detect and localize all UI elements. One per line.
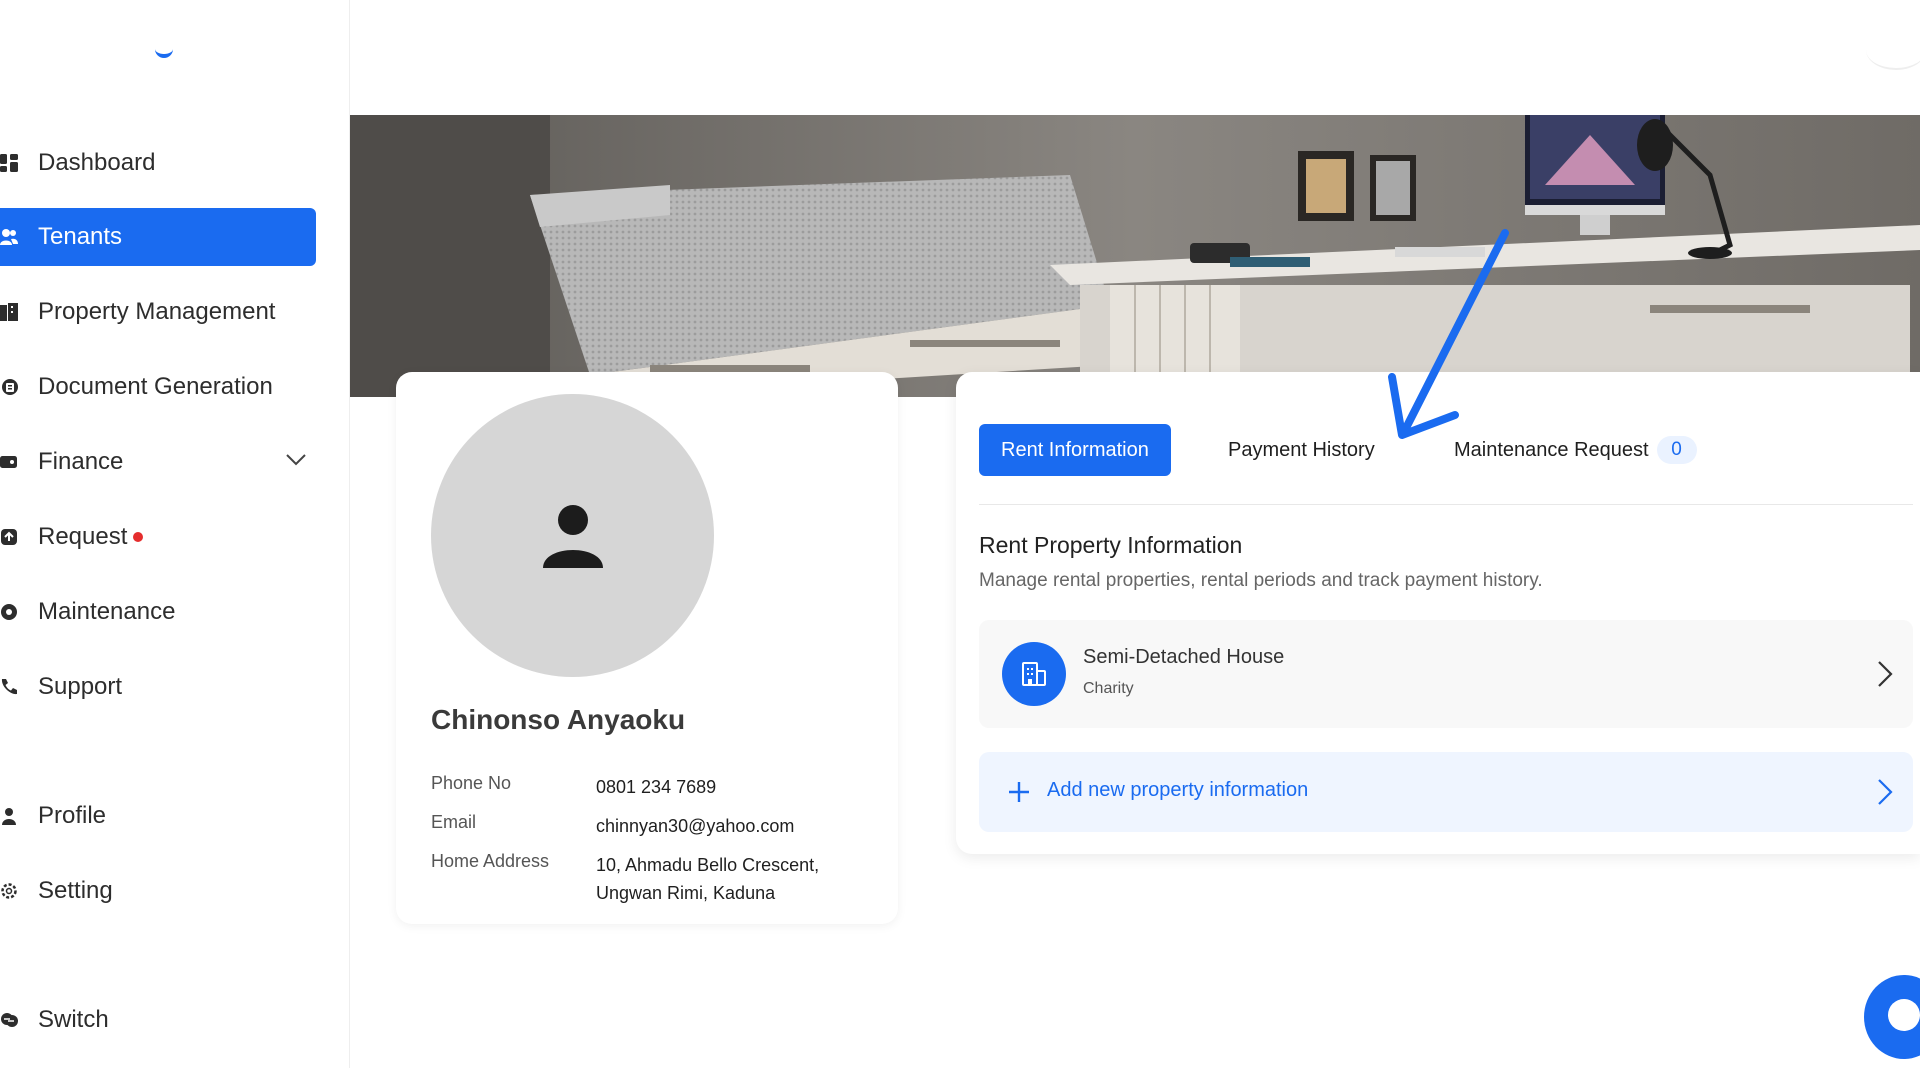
user-icon	[0, 807, 18, 825]
chevron-right-icon	[1878, 661, 1893, 687]
tab-maintenance-request[interactable]: Maintenance Request 0	[1454, 424, 1697, 476]
sidebar-item-label: Property Management	[38, 298, 276, 325]
sidebar-item-label: Finance	[38, 448, 124, 475]
chat-button[interactable]	[1864, 975, 1920, 1059]
email-label: Email	[431, 812, 477, 832]
sidebar-item-label: Profile	[38, 802, 107, 829]
rent-details-card: Rent Information Payment History Mainten…	[956, 372, 1920, 854]
phone-value: 0801 234 7689	[596, 777, 717, 797]
sidebar-item-tenants[interactable]: Tenants	[0, 208, 316, 266]
sidebar-item-label: Setting	[38, 877, 113, 904]
sidebar: Dashboard Tenants Property Management Do…	[0, 0, 350, 1068]
sidebar-item-dashboard[interactable]: Dashboard	[0, 134, 316, 192]
tab-label: Rent Information	[1001, 438, 1149, 461]
property-banner-image	[350, 115, 1920, 397]
sidebar-item-switch[interactable]: Switch	[0, 991, 316, 1049]
sidebar-item-label: Request	[38, 523, 128, 550]
sidebar-item-support[interactable]: Support	[0, 658, 316, 716]
sidebar-item-label: Maintenance	[38, 598, 176, 625]
tab-rent-information[interactable]: Rent Information	[979, 424, 1171, 476]
document-icon	[0, 378, 18, 396]
sidebar-item-request[interactable]: Request	[0, 508, 316, 566]
section-subtitle: Manage rental properties, rental periods…	[979, 570, 1543, 591]
sidebar-item-label: Support	[38, 673, 123, 700]
chevron-down-icon[interactable]	[286, 453, 306, 467]
tenant-name: Chinonso Anyaoku	[431, 704, 686, 735]
sidebar-item-profile[interactable]: Profile	[0, 787, 316, 845]
phone-row: Phone No 0801 234 7689	[431, 773, 866, 801]
wallet-icon	[0, 453, 18, 471]
sidebar-item-finance[interactable]: Finance	[0, 433, 316, 491]
add-property-label: Add new property information	[1047, 779, 1309, 801]
phone-icon	[0, 678, 18, 696]
logo[interactable]	[155, 40, 173, 58]
sidebar-item-setting[interactable]: Setting	[0, 862, 316, 920]
tab-label: Maintenance Request	[1454, 438, 1649, 461]
tenant-profile-card: Chinonso Anyaoku Phone No 0801 234 7689 …	[396, 372, 898, 924]
building-icon	[1002, 642, 1066, 706]
sidebar-item-label: Tenants	[38, 223, 123, 250]
address-row: Home Address 10, Ahmadu Bello Crescent, …	[431, 851, 866, 907]
request-icon	[0, 528, 18, 546]
notification-dot	[133, 532, 144, 542]
tabs-divider	[979, 504, 1913, 505]
dashboard-icon	[0, 154, 18, 172]
property-name: Semi-Detached House	[1083, 646, 1285, 668]
sidebar-item-label: Document Generation	[38, 373, 273, 400]
sidebar-item-property-management[interactable]: Property Management	[0, 283, 316, 341]
add-property-button[interactable]: Add new property information	[979, 752, 1913, 832]
user-placeholder-icon	[542, 504, 603, 568]
email-row: Email chinnyan30@yahoo.com	[431, 812, 866, 840]
email-value: chinnyan30@yahoo.com	[596, 816, 795, 836]
wrench-icon	[0, 603, 18, 621]
sidebar-item-document-generation[interactable]: Document Generation	[0, 358, 316, 416]
gear-icon	[0, 882, 18, 900]
building-icon	[0, 303, 18, 321]
users-icon	[0, 228, 18, 246]
switch-icon	[0, 1011, 18, 1029]
property-type: Charity	[1083, 680, 1134, 697]
chevron-right-icon	[1878, 779, 1893, 805]
sidebar-item-label: Switch	[38, 1006, 109, 1033]
address-label: Home Address	[431, 851, 550, 871]
property-item[interactable]: Semi-Detached House Charity	[979, 620, 1913, 728]
tab-payment-history[interactable]: Payment History	[1228, 424, 1375, 476]
sidebar-item-label: Dashboard	[38, 149, 156, 176]
plus-icon	[1009, 782, 1029, 802]
section-title: Rent Property Information	[979, 532, 1243, 558]
chat-icon	[1888, 999, 1920, 1031]
user-avatar[interactable]	[1866, 30, 1920, 70]
address-value: 10, Ahmadu Bello Crescent, Ungwan Rimi, …	[596, 855, 820, 903]
maintenance-count-badge: 0	[1656, 436, 1697, 464]
phone-label: Phone No	[431, 773, 512, 793]
tenant-avatar	[431, 394, 714, 677]
sidebar-item-maintenance[interactable]: Maintenance	[0, 583, 316, 641]
tab-label: Payment History	[1228, 438, 1375, 461]
